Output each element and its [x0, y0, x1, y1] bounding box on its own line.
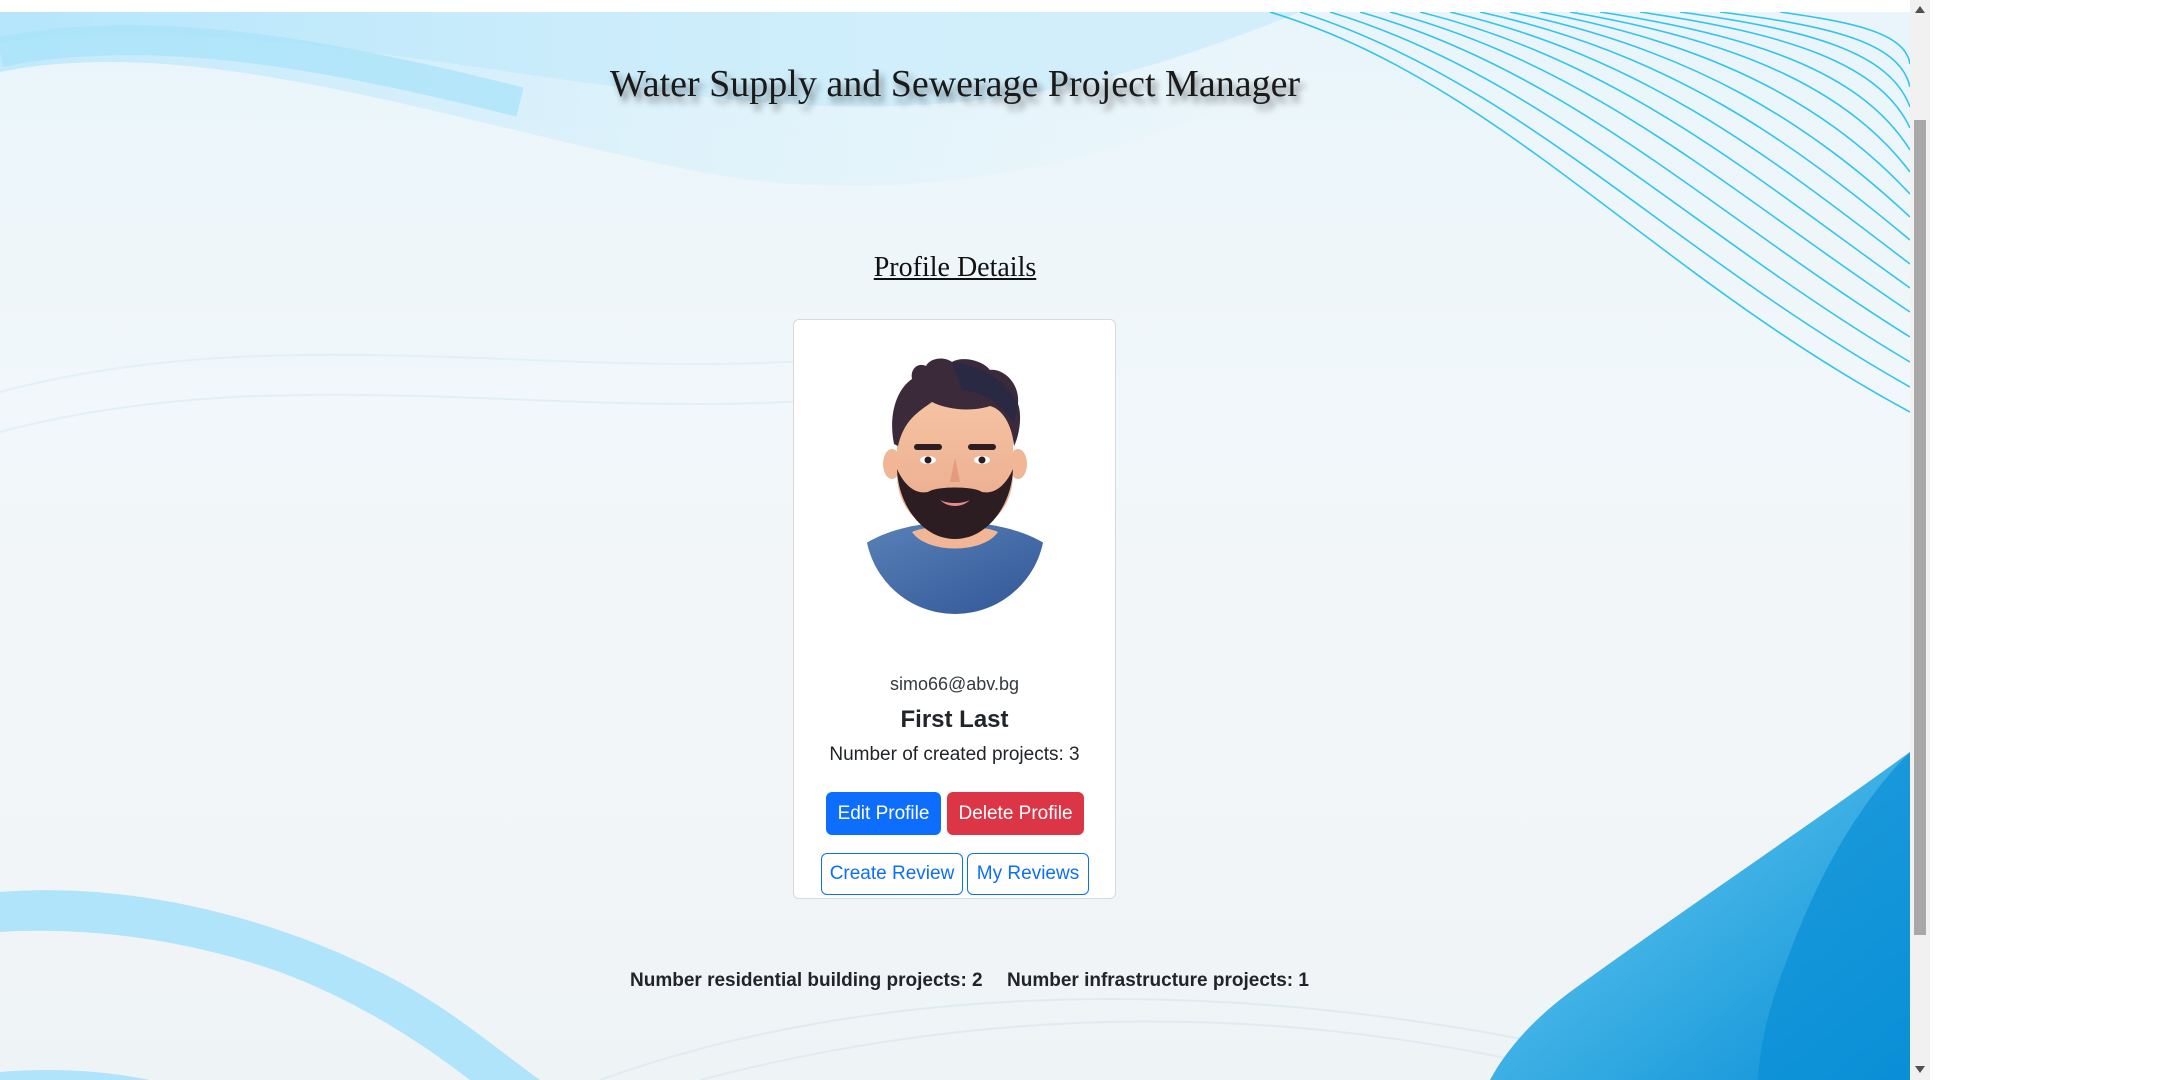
create-review-button[interactable]: Create Review	[821, 853, 963, 895]
edit-profile-button[interactable]: Edit Profile	[826, 792, 941, 835]
profile-name: First Last	[900, 706, 1009, 733]
created-projects-count: Number of created projects: 3	[829, 744, 1080, 765]
my-reviews-button[interactable]: My Reviews	[967, 853, 1089, 895]
scrollbar-thumb[interactable]	[1914, 120, 1926, 935]
page-title: Water Supply and Sewerage Project Manage…	[609, 63, 1301, 105]
bearded-man-avatar-icon	[865, 358, 1045, 614]
page-viewport: Water Supply and Sewerage Project Manage…	[0, 12, 1910, 1080]
profile-email: simo66@abv.bg	[889, 674, 1019, 694]
browser-top-strip	[0, 0, 1910, 12]
profile-details-heading: Profile Details	[873, 252, 1037, 283]
infrastructure-projects-count: Number infrastructure projects: 1	[1007, 970, 1309, 991]
vertical-scrollbar[interactable]	[1910, 0, 1930, 1080]
delete-profile-button[interactable]: Delete Profile	[947, 792, 1084, 835]
arrow-up-icon[interactable]	[1915, 6, 1925, 13]
blank-area	[1930, 0, 2180, 1080]
residential-projects-count: Number residential building projects: 2	[630, 970, 983, 991]
arrow-down-icon[interactable]	[1915, 1066, 1925, 1073]
profile-card: simo66@abv.bg First Last Number of creat…	[793, 319, 1116, 899]
